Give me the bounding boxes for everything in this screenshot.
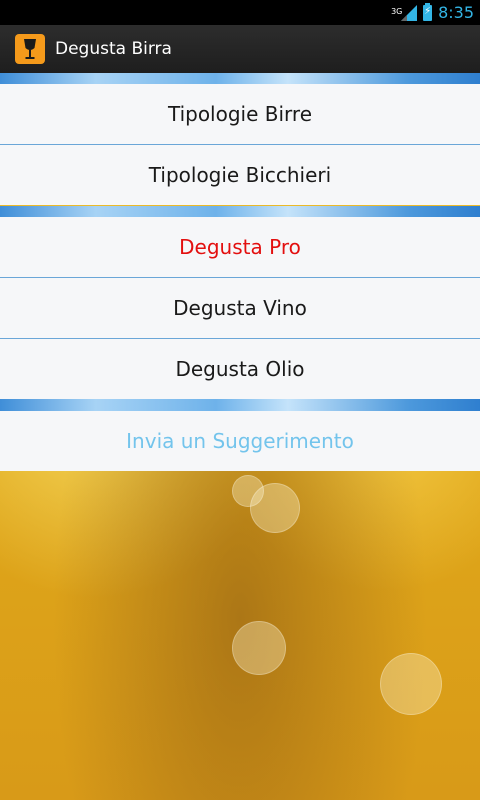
menu-item-tipologie-bicchieri[interactable]: Tipologie Bicchieri	[0, 145, 480, 205]
menu-item-label: Degusta Vino	[173, 296, 307, 320]
app-title: Degusta Birra	[55, 39, 172, 59]
bubble	[250, 483, 300, 533]
menu-item-label: Degusta Pro	[179, 235, 301, 259]
status-icons: 3G ⚡ 8:35	[391, 0, 474, 25]
bubble	[380, 653, 442, 715]
battery-icon: ⚡	[423, 2, 433, 21]
signal-icon: 3G	[391, 4, 418, 21]
separator-lower	[0, 399, 480, 411]
action-bar: Degusta Birra	[0, 25, 480, 73]
clock: 8:35	[438, 3, 474, 22]
menu-item-invia-suggerimento[interactable]: Invia un Suggerimento	[0, 411, 480, 471]
menu-item-degusta-pro[interactable]: Degusta Pro	[0, 217, 480, 277]
separator-middle	[0, 206, 480, 217]
bubble	[232, 621, 286, 675]
menu-item-tipologie-birre[interactable]: Tipologie Birre	[0, 84, 480, 144]
menu-item-label: Tipologie Birre	[167, 102, 313, 126]
wine-glass-icon[interactable]	[15, 34, 45, 64]
charging-icon: ⚡	[424, 5, 432, 17]
menu-item-degusta-vino[interactable]: Degusta Vino	[0, 278, 480, 338]
menu-item-label: Invia un Suggerimento	[126, 429, 354, 453]
menu-item-degusta-olio[interactable]: Degusta Olio	[0, 339, 480, 399]
separator-top	[0, 73, 480, 84]
network-type-label: 3G	[391, 6, 403, 16]
menu-item-label: Degusta Olio	[175, 357, 305, 381]
menu-item-label: Tipologie Bicchieri	[148, 163, 332, 187]
status-bar: 3G ⚡ 8:35	[0, 0, 480, 25]
